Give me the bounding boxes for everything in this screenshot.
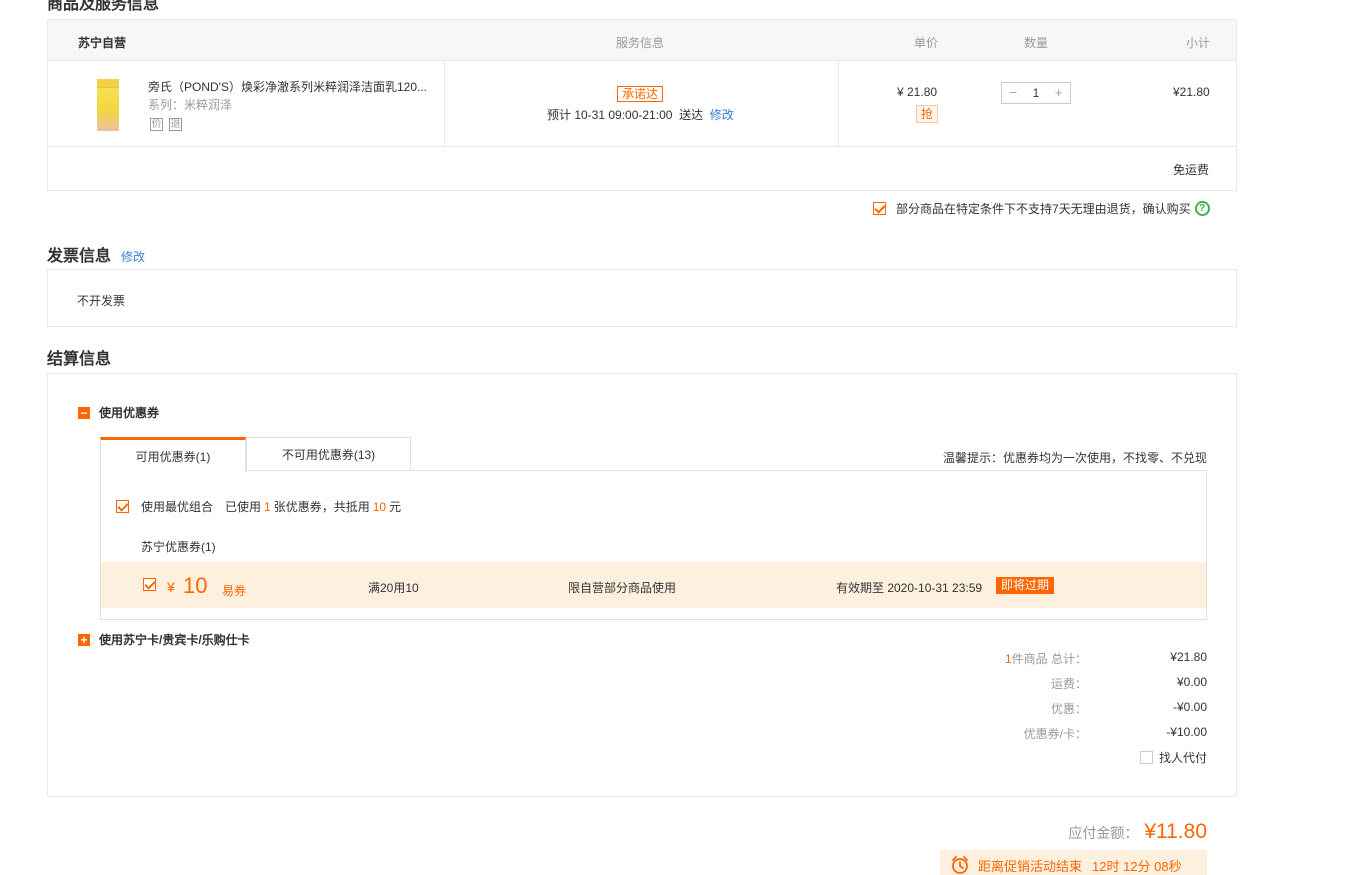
service-icons: 价退 (150, 116, 188, 131)
countdown-timer: 12时 12分 08秒 (1092, 858, 1182, 874)
delivery-time: 预计 10-31 09:00-21:00 (547, 108, 673, 122)
divider (838, 61, 839, 146)
proxy-pay-checkbox[interactable] (1139, 751, 1153, 764)
return-notice-text: 部分商品在特定条件下不支持7天无理由退货，确认购买 (896, 202, 1191, 216)
summary-total-row: 1件商品 总计： ¥21.80 (957, 650, 1207, 670)
summary-coupon: -¥10.00 (1166, 725, 1207, 739)
coupon-card-label: 优惠券/卡： (1023, 727, 1087, 741)
summary-coupon-row: 优惠券/卡： -¥10.00 (957, 725, 1207, 745)
order-summary: 1件商品 总计： ¥21.80 运费： ¥0.00 优惠： -¥0.00 优惠券… (48, 374, 1236, 796)
price-protect-icon: 价 (150, 118, 163, 131)
promo-countdown: 距离促销活动结束 12时 12分 08秒 (940, 850, 1207, 875)
shipping-label: 运费： (1050, 677, 1087, 691)
summary-discount-row: 优惠： -¥0.00 (957, 700, 1207, 720)
qiang-tag: 抢 (916, 105, 938, 123)
quantity-value[interactable]: 1 (1025, 83, 1048, 103)
item-subtotal: ¥21.80 (1173, 85, 1210, 99)
summary-discount: -¥0.00 (1172, 700, 1207, 714)
summary-shipping-row: 运费： ¥0.00 (957, 675, 1207, 695)
store-name: 苏宁自营 (78, 36, 127, 50)
promise-tag: 承诺达 (617, 86, 664, 102)
plus-button[interactable]: + (1047, 83, 1070, 103)
invoice-box: 不开发票 (47, 269, 1237, 327)
delivery-suffix: 送达 (679, 108, 704, 122)
invoice-header: 发票信息 修改 (47, 242, 145, 266)
header-price: 单价 (914, 36, 939, 50)
settlement-section-title: 结算信息 (47, 351, 112, 368)
header-subtotal: 小计 (1186, 36, 1211, 50)
invoice-modify-link[interactable]: 修改 (121, 248, 145, 265)
item-count-label: 件商品 总计： (1011, 652, 1087, 666)
proxy-pay[interactable]: 找人代付 (1139, 749, 1207, 766)
product-image[interactable] (97, 79, 119, 131)
invoice-section-title: 发票信息 (47, 248, 112, 265)
product-name[interactable]: 旁氏（POND'S）焕彩净澈系列米粹润泽洁面乳120... (148, 78, 438, 95)
settlement-box: − 使用优惠券 可用优惠券(1) 不可用优惠券(13) 温馨提示：优惠券均为一次… (47, 373, 1237, 797)
unit-price: ¥ 21.80 (897, 85, 938, 99)
summary-shipping: ¥0.00 (1176, 675, 1207, 689)
summary-total: ¥21.80 (1170, 650, 1207, 664)
divider (444, 61, 445, 146)
countdown-label: 距离促销活动结束 (978, 858, 1083, 874)
alarm-clock-icon (952, 856, 968, 874)
header-service: 服务信息 (616, 36, 665, 50)
item-count: 1 (1004, 652, 1012, 666)
quantity-stepper[interactable]: − 1 + (1001, 82, 1071, 104)
proxy-pay-label[interactable]: 找人代付 (1159, 749, 1207, 766)
goods-section-title: 商品及服务信息 (47, 0, 160, 13)
free-shipping: 免运费 (1173, 163, 1210, 177)
payable-value: ¥11.80 (1144, 820, 1207, 843)
discount-label: 优惠： (1050, 702, 1087, 716)
header-quantity: 数量 (1024, 36, 1049, 50)
product-series: 系列：米粹润泽 (148, 98, 233, 112)
invoice-content: 不开发票 (77, 294, 126, 308)
minus-button[interactable]: − (1002, 83, 1025, 103)
delivery-modify-link[interactable]: 修改 (710, 108, 734, 122)
return-icon: 退 (169, 118, 182, 131)
payable-amount: 应付金额： ¥11.80 (1068, 820, 1207, 844)
return-notice: 部分商品在特定条件下不支持7天无理由退货，确认购买 ? (873, 200, 1210, 217)
goods-table: 苏宁自营 服务信息 单价 数量 小计 旁氏（POND'S）焕彩净澈系列米粹润泽洁… (47, 19, 1237, 191)
goods-table-header: 苏宁自营 服务信息 单价 数量 小计 (48, 20, 1236, 61)
help-icon[interactable]: ? (1194, 201, 1210, 216)
payable-label: 应付金额： (1068, 825, 1139, 841)
return-confirm-checkbox[interactable] (873, 202, 886, 215)
delivery-info: 预计 10-31 09:00-21:00 送达 修改 (547, 106, 734, 123)
product-row: 旁氏（POND'S）焕彩净澈系列米粹润泽洁面乳120... 系列：米粹润泽 价退… (48, 61, 1236, 147)
